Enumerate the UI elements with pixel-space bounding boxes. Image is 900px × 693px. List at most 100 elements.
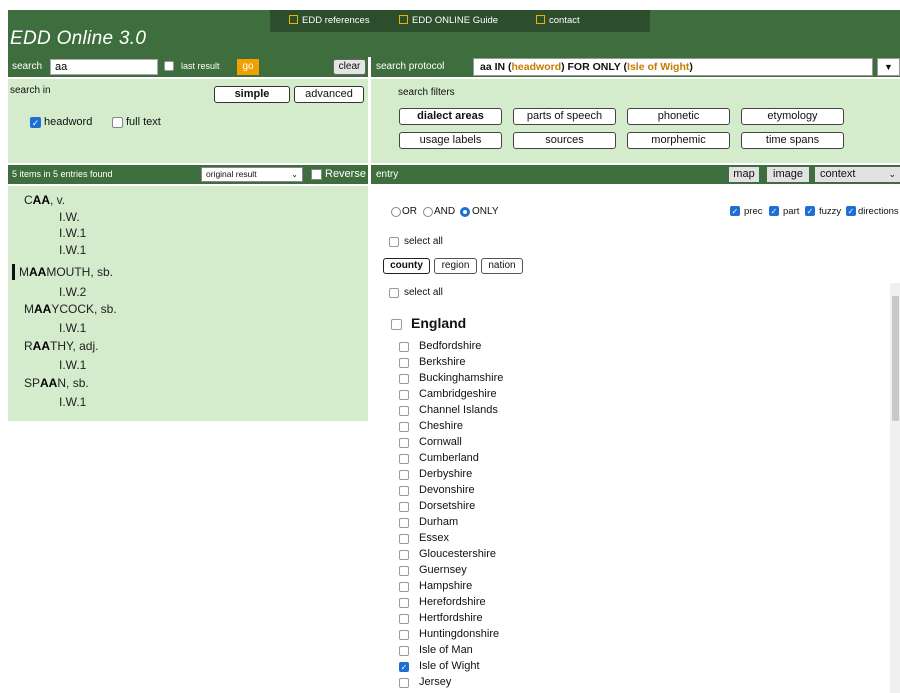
result-location[interactable]: I.W.1 — [59, 395, 86, 409]
go-button[interactable]: go — [237, 59, 259, 75]
county-checkbox[interactable] — [399, 550, 409, 560]
directions-checkbox[interactable]: ✓ — [846, 206, 856, 216]
filter-morphemic[interactable]: morphemic — [627, 132, 730, 149]
county-label: Hampshire — [419, 580, 473, 592]
county-label: Isle of Man — [419, 644, 473, 656]
result-location[interactable]: I.W.1 — [59, 358, 86, 372]
clear-button[interactable]: clear — [333, 59, 366, 75]
county-checkbox[interactable] — [399, 374, 409, 384]
tab-nation[interactable]: nation — [481, 258, 523, 274]
england-checkbox[interactable] — [391, 319, 402, 330]
county-label: Channel Islands — [419, 404, 498, 416]
result-location[interactable]: I.W.1 — [59, 321, 86, 335]
result-headword[interactable]: MAAMOUTH, sb. — [19, 265, 113, 279]
filter-phonetic[interactable]: phonetic — [627, 108, 730, 125]
protocol-dropdown-button[interactable]: ▼ — [877, 58, 900, 76]
county-checkbox[interactable] — [399, 470, 409, 480]
and-label: AND — [434, 206, 456, 217]
part-checkbox[interactable]: ✓ — [769, 206, 779, 216]
only-radio[interactable] — [460, 207, 470, 217]
select-all-checkbox[interactable] — [389, 237, 399, 247]
headword-prefix: SP — [24, 376, 41, 390]
result-location[interactable]: I.W.1 — [59, 226, 86, 240]
search-label: search — [12, 61, 43, 72]
link-label: contact — [549, 15, 580, 26]
filter-sources[interactable]: sources — [513, 132, 616, 149]
link-label: EDD references — [302, 15, 370, 26]
county-label: Isle of Wight — [419, 660, 480, 672]
county-checkbox[interactable] — [399, 566, 409, 576]
full-text-checkbox[interactable] — [112, 117, 123, 128]
filter-usage-labels[interactable]: usage labels — [399, 132, 502, 149]
county-checkbox[interactable] — [399, 518, 409, 528]
only-label: ONLY — [472, 206, 499, 217]
result-headword[interactable]: SPAAN, sb. — [24, 376, 89, 390]
directions-label: directions — [858, 206, 899, 217]
filter-parts-of-speech[interactable]: parts of speech — [513, 108, 616, 125]
simple-mode-button[interactable]: simple — [214, 86, 290, 103]
county-checkbox[interactable] — [399, 390, 409, 400]
headword-prefix: M — [24, 302, 34, 316]
link-edd-references[interactable]: EDD references — [289, 15, 370, 26]
tab-region[interactable]: region — [434, 258, 477, 274]
prec-checkbox[interactable]: ✓ — [730, 206, 740, 216]
and-radio[interactable] — [423, 207, 433, 217]
result-location[interactable]: I.W.2 — [59, 285, 86, 299]
result-location[interactable]: I.W. — [59, 210, 80, 224]
county-checkbox[interactable] — [399, 454, 409, 464]
or-label: OR — [402, 206, 417, 217]
fuzzy-label: fuzzy — [819, 206, 842, 217]
result-headword[interactable]: RAATHY, adj. — [24, 339, 98, 353]
county-checkbox[interactable] — [399, 406, 409, 416]
county-checkbox[interactable] — [399, 582, 409, 592]
link-edd-online-guide[interactable]: EDD ONLINE Guide — [399, 15, 498, 26]
sort-select[interactable]: original result ⌄ — [201, 167, 303, 182]
county-checkbox[interactable] — [399, 486, 409, 496]
or-radio[interactable] — [391, 207, 401, 217]
reverse-checkbox[interactable] — [311, 169, 322, 180]
county-label: Bedfordshire — [419, 340, 482, 352]
headword-suffix: MOUTH, sb. — [46, 265, 114, 279]
county-label: Cumberland — [419, 452, 479, 464]
result-headword[interactable]: CAA, v. — [24, 193, 65, 207]
image-button[interactable]: image — [767, 167, 809, 182]
county-checkbox[interactable] — [399, 502, 409, 512]
scrollbar-thumb[interactable] — [892, 296, 899, 421]
filter-dialect-areas[interactable]: dialect areas — [399, 108, 502, 125]
map-button[interactable]: map — [729, 167, 759, 182]
county-checkbox[interactable] — [399, 422, 409, 432]
search-protocol-label: search protocol — [376, 61, 445, 72]
headword-checkbox[interactable]: ✓ — [30, 117, 41, 128]
county-checkbox[interactable] — [399, 614, 409, 624]
context-select[interactable]: context ⌄ — [815, 167, 900, 182]
fuzzy-checkbox[interactable]: ✓ — [805, 206, 815, 216]
county-checkbox[interactable] — [399, 598, 409, 608]
select-all-label: select all — [404, 287, 443, 298]
search-protocol-field[interactable]: aa IN (headword) FOR ONLY (Isle of Wight… — [473, 58, 873, 76]
county-checkbox[interactable] — [399, 358, 409, 368]
county-checkbox[interactable] — [399, 678, 409, 688]
result-headword[interactable]: MAAYCOCK, sb. — [24, 302, 117, 316]
last-result-checkbox[interactable] — [164, 61, 174, 71]
advanced-mode-button[interactable]: advanced — [294, 86, 364, 103]
county-checkbox[interactable] — [399, 438, 409, 448]
link-contact[interactable]: contact — [536, 15, 580, 26]
headword-match: AA — [32, 339, 51, 353]
filter-etymology[interactable]: etymology — [741, 108, 844, 125]
tab-county[interactable]: county — [383, 258, 430, 274]
select-all-label: select all — [404, 236, 443, 247]
county-checkbox[interactable]: ✓ — [399, 662, 409, 672]
search-input[interactable] — [50, 59, 158, 75]
reverse-label: Reverse — [325, 168, 366, 180]
county-checkbox[interactable] — [399, 646, 409, 656]
county-label: Hertfordshire — [419, 612, 483, 624]
county-checkbox[interactable] — [399, 630, 409, 640]
sort-value: original result — [206, 169, 257, 179]
select-all-checkbox[interactable] — [389, 288, 399, 298]
result-location[interactable]: I.W.1 — [59, 243, 86, 257]
county-label: Dorsetshire — [419, 500, 476, 512]
filter-time-spans[interactable]: time spans — [741, 132, 844, 149]
county-checkbox[interactable] — [399, 342, 409, 352]
prec-label: prec — [744, 206, 763, 217]
county-checkbox[interactable] — [399, 534, 409, 544]
